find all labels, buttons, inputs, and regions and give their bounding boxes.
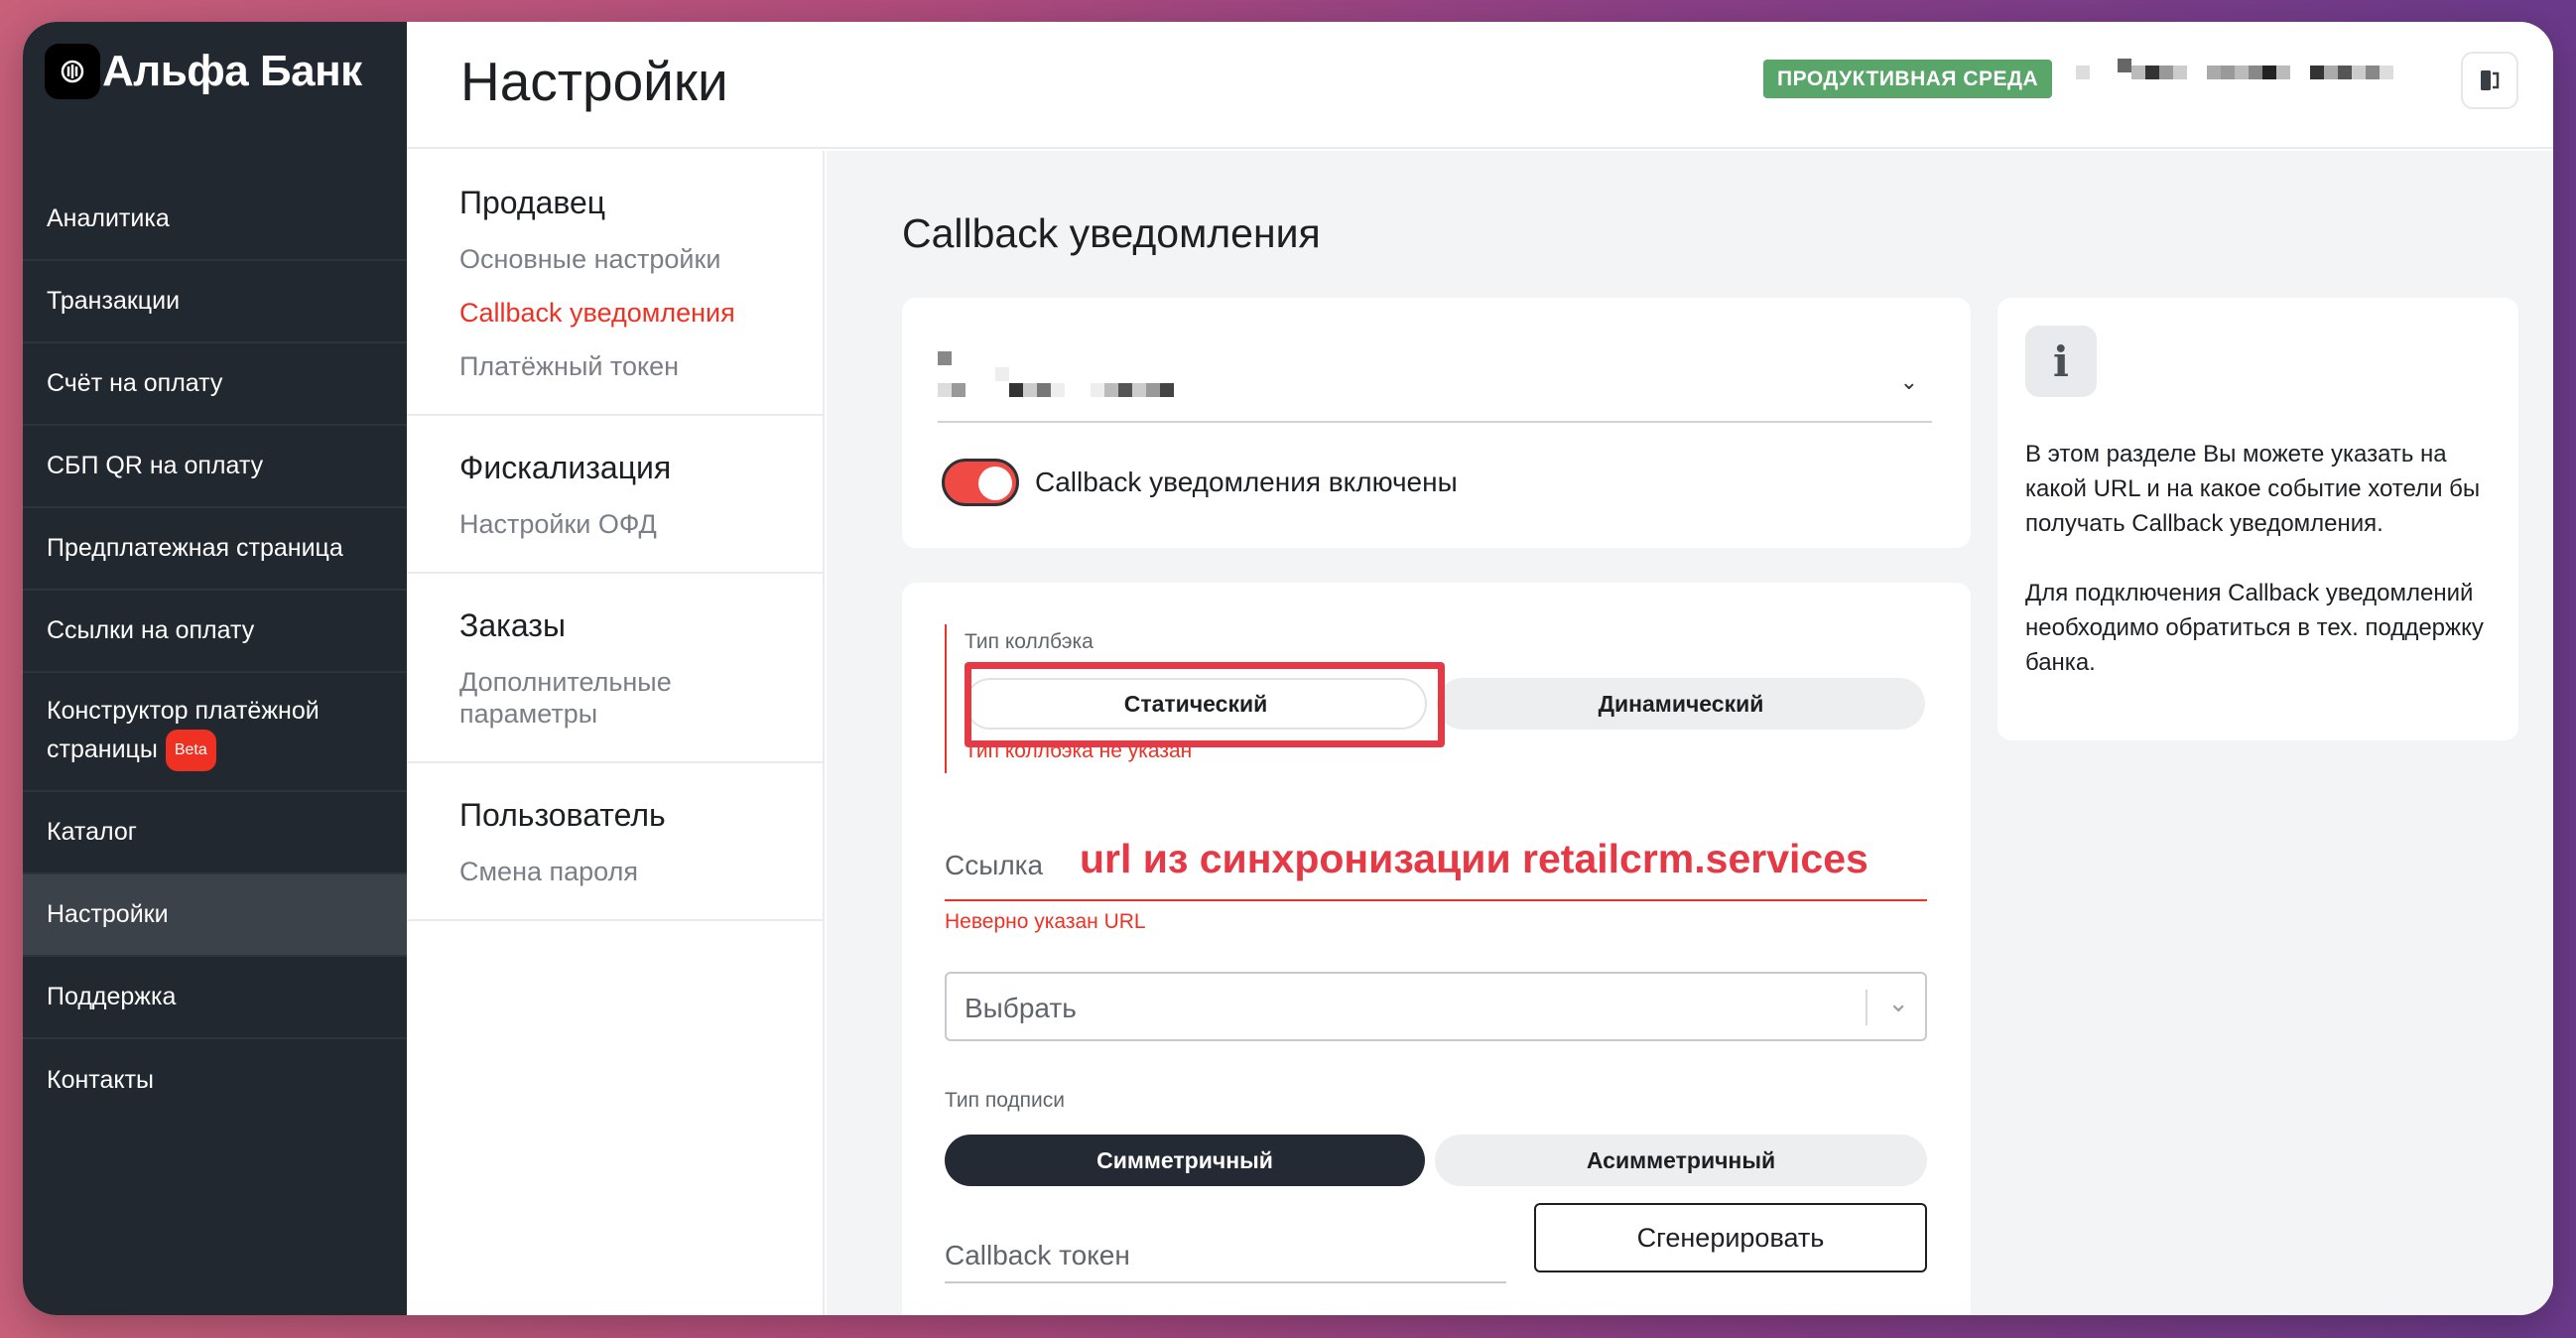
sidebar-item-label: Поддержка: [47, 983, 177, 1010]
subnav-link-payment-token[interactable]: Платёжный токен: [459, 350, 823, 382]
sidebar-item-settings[interactable]: Настройки: [23, 874, 407, 957]
app-window: Альфа Банк Аналитика Транзакции Счёт на …: [23, 22, 2553, 1315]
chevron-down-icon: ⌄: [1887, 988, 1909, 1017]
sidebar-item-label: Контакты: [47, 1066, 154, 1094]
sidebar-item-label: Каталог: [47, 818, 137, 846]
environment-badge: ПРОДУКТИВНАЯ СРЕДА: [1763, 60, 2053, 98]
brand-icon: [45, 44, 100, 99]
url-error: Неверно указан URL: [945, 910, 1146, 933]
info-text: В этом разделе Вы можете указать на како…: [2025, 437, 2491, 680]
subnav-link-callback[interactable]: Callback уведомления: [459, 297, 823, 329]
url-label: Ссылка: [945, 850, 1044, 880]
subnav-group-user: Пользователь Смена пароля: [407, 763, 823, 921]
blurred-store-name-row: [938, 367, 1174, 397]
header: Настройки ПРОДУКТИВНАЯ СРЕДА: [407, 22, 2553, 149]
subnav-group-title: Продавец: [459, 185, 606, 220]
callback-type-error: Тип коллбэка не указан: [965, 739, 1193, 762]
url-annotation: url из синхронизации retailcrm.services: [1080, 836, 1868, 881]
subnav-link-ofd-settings[interactable]: Настройки ОФД: [459, 508, 823, 540]
callback-settings-card: ⌄ Callback уведомления включены: [902, 298, 1971, 548]
info-card: i В этом разделе Вы можете указать на ка…: [1997, 298, 2518, 740]
subnav-group-fiscal: Фискализация Настройки ОФД: [407, 416, 823, 574]
select-placeholder: Выбрать: [965, 993, 1077, 1023]
sidebar-item-sbp-qr[interactable]: СБП QR на оплату: [23, 426, 407, 508]
sidebar-item-prepayment-page[interactable]: Предплатежная страница: [23, 508, 407, 591]
sidebar-item-page-builder[interactable]: Конструктор платёжной страницы Beta: [23, 673, 407, 792]
sidebar-item-label: СБП QR на оплату: [47, 452, 264, 479]
callback-type-static[interactable]: Статический: [965, 678, 1427, 730]
sidebar-item-analytics[interactable]: Аналитика: [23, 179, 407, 261]
info-paragraph: В этом разделе Вы можете указать на како…: [2025, 441, 2481, 537]
callback-token-field[interactable]: Callback токен: [945, 1218, 1506, 1283]
sidebar-item-contacts[interactable]: Контакты: [23, 1039, 407, 1122]
subnav-group-title: Пользователь: [459, 797, 666, 833]
blurred-store-name: [938, 351, 952, 381]
sidebar-item-support[interactable]: Поддержка: [23, 957, 407, 1039]
logout-icon: [2481, 70, 2500, 90]
info-icon: i: [2025, 326, 2097, 397]
callback-type-segmented: Статический Динамический: [965, 678, 1925, 730]
sidebar-item-label: Предплатежная страница: [47, 534, 343, 562]
beta-badge: Beta: [165, 730, 216, 771]
subnav-group-title: Фискализация: [459, 450, 672, 485]
sidebar-item-label: Транзакции: [47, 287, 181, 315]
toggle-knob: [978, 467, 1012, 500]
callback-enabled-toggle[interactable]: [942, 459, 1019, 506]
sidebar-item-payment-links[interactable]: Ссылки на оплату: [23, 591, 407, 673]
signature-type-label: Тип подписи: [945, 1089, 1066, 1112]
chevron-down-icon: ⌄: [1899, 369, 1918, 394]
brand-name: Альфа Банк: [102, 47, 362, 95]
info-paragraph: Для подключения Callback уведомлений нео…: [2025, 580, 2484, 676]
sidebar-item-label: Настройки: [47, 900, 169, 928]
sidebar: Альфа Банк Аналитика Транзакции Счёт на …: [23, 22, 407, 1315]
subnav-group-title: Заказы: [459, 607, 566, 643]
sidebar-nav: Аналитика Транзакции Счёт на оплату СБП …: [23, 179, 407, 1122]
subnav-link-basic-settings[interactable]: Основные настройки: [459, 243, 823, 275]
callback-toggle-label: Callback уведомления включены: [1035, 467, 1458, 497]
sidebar-item-label: Счёт на оплату: [47, 369, 223, 397]
signature-type-symmetric[interactable]: Симметричный: [945, 1135, 1425, 1186]
callback-type-label: Тип коллбэка: [965, 630, 1094, 653]
callback-token-label: Callback токен: [945, 1240, 1130, 1271]
signature-type-segmented: Симметричный Асимметричный: [945, 1135, 1927, 1186]
sidebar-item-label: Аналитика: [47, 204, 170, 232]
subnav-group-seller: Продавец Основные настройки Callback уве…: [407, 151, 823, 416]
page-title: Настройки: [460, 51, 728, 112]
main-content: Callback уведомления ⌄ Callback уведомле…: [827, 151, 2553, 1315]
event-select[interactable]: Выбрать ⌄: [945, 972, 1927, 1041]
subnav-group-orders: Заказы Дополнительные параметры: [407, 574, 823, 763]
settings-subnav: Продавец Основные настройки Callback уве…: [407, 151, 825, 1315]
url-field[interactable]: Ссылка url из синхронизации retailcrm.se…: [945, 836, 1927, 901]
sidebar-item-invoice[interactable]: Счёт на оплату: [23, 343, 407, 426]
subnav-link-change-password[interactable]: Смена пароля: [459, 856, 823, 887]
callback-type-dynamic[interactable]: Динамический: [1437, 678, 1925, 730]
blurred-user-name[interactable]: [2076, 59, 2393, 79]
sidebar-item-transactions[interactable]: Транзакции: [23, 261, 407, 343]
brand-logo[interactable]: Альфа Банк: [45, 42, 362, 101]
sidebar-item-label: Ссылки на оплату: [47, 616, 255, 644]
generate-token-button[interactable]: Сгенерировать: [1534, 1203, 1927, 1272]
callback-form-card: Тип коллбэка Статический Динамический Ти…: [902, 583, 1971, 1315]
subnav-link-extra-params[interactable]: Дополнительные параметры: [459, 666, 698, 730]
callback-toggle-row: Callback уведомления включены: [942, 459, 1458, 506]
logout-button[interactable]: [2461, 52, 2518, 109]
select-divider: [1866, 990, 1868, 1025]
callback-type-field: Тип коллбэка Статический Динамический Ти…: [945, 624, 1937, 773]
signature-type-asymmetric[interactable]: Асимметричный: [1435, 1135, 1927, 1186]
store-select[interactable]: ⌄: [938, 347, 1932, 423]
section-title: Callback уведомления: [902, 210, 1321, 256]
sidebar-item-catalog[interactable]: Каталог: [23, 792, 407, 874]
